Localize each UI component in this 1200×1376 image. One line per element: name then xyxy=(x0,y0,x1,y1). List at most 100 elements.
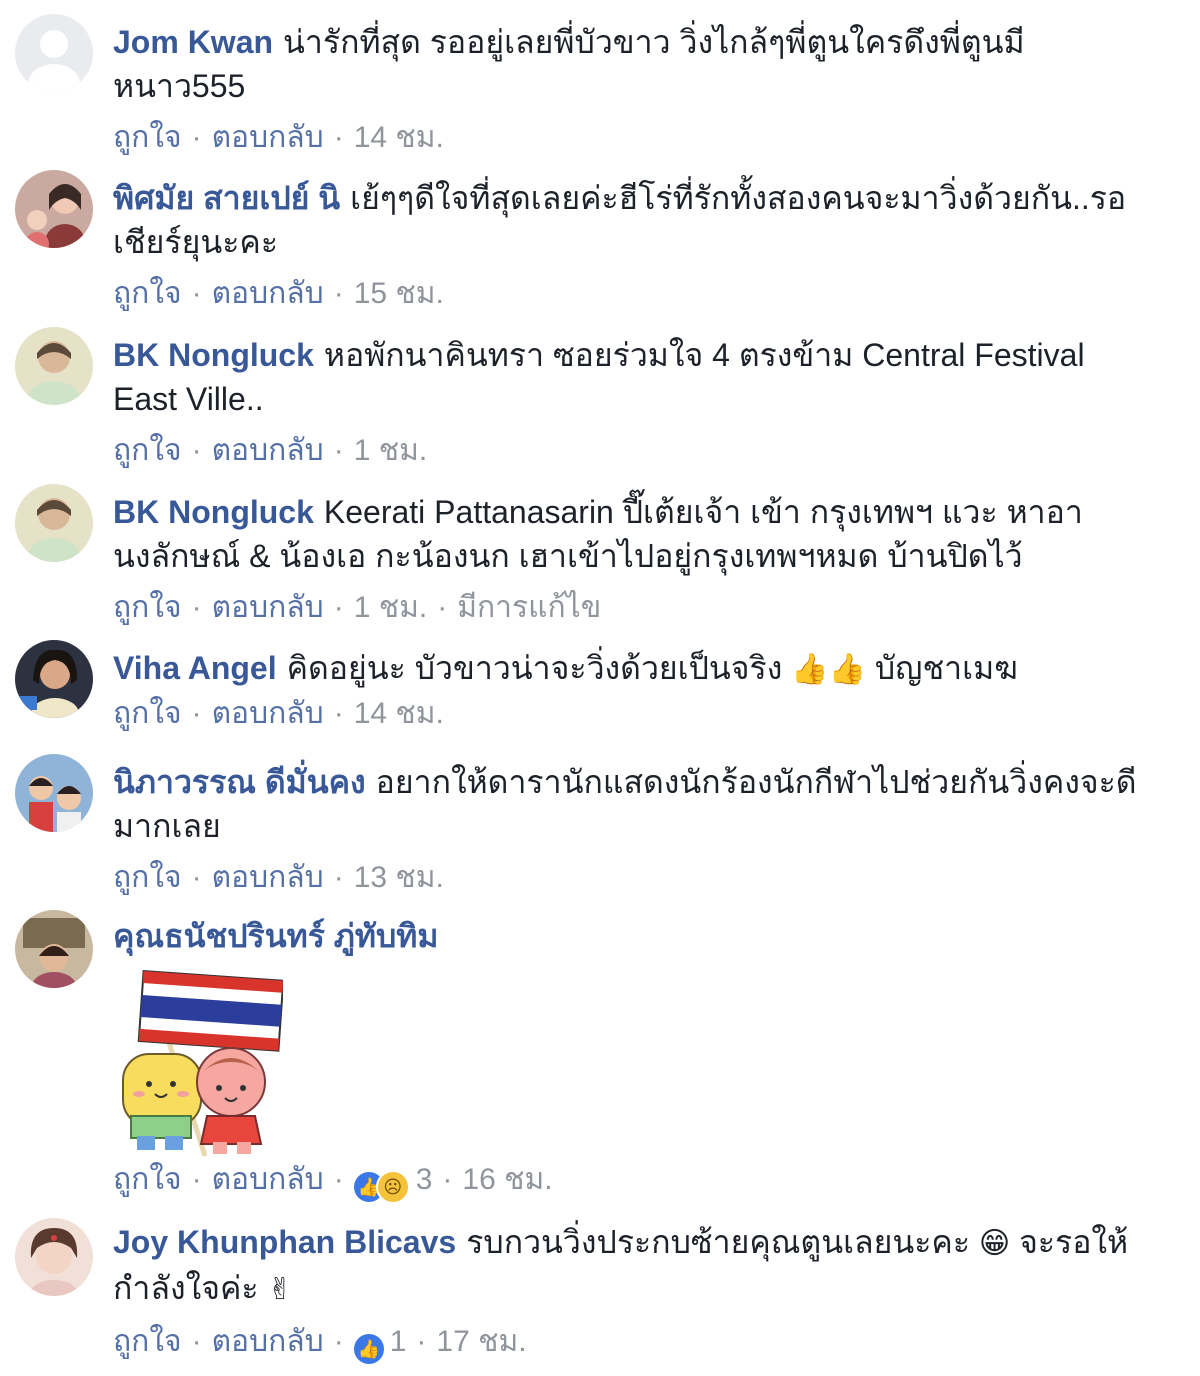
reactions-summary[interactable]: 👍 1 xyxy=(353,1325,407,1364)
comment-body: BK Nongluck หอพักนาคินทรา ซอยร่วมใจ 4 ตรง… xyxy=(113,333,1140,471)
avatar[interactable] xyxy=(15,754,93,832)
reactions-summary[interactable]: 👍 ☹ 3 xyxy=(353,1163,433,1204)
like-link[interactable]: ถูกใจ xyxy=(113,591,182,624)
comment-timestamp[interactable]: 13 ชม. xyxy=(354,861,444,894)
avatar[interactable] xyxy=(15,484,93,562)
comment-timestamp[interactable]: 14 ชม. xyxy=(354,121,444,154)
avatar[interactable] xyxy=(15,14,93,92)
profile-photo-icon xyxy=(15,170,93,248)
profile-photo-icon xyxy=(15,484,93,562)
comment-author[interactable]: พิศมัย สายเปย์ นิ xyxy=(113,180,340,216)
comment-body: Viha Angel คิดอยู่นะ บัวขาวน่าจะวิ่งด้วยเ… xyxy=(113,646,1140,734)
comment-author[interactable]: Joy Khunphan Blicavs xyxy=(113,1224,456,1260)
comment-body: พิศมัย สายเปย์ นิ เย้ๆๆดีใจที่สุดเลยค่ะฮี… xyxy=(113,176,1140,314)
comment-timestamp[interactable]: 14 ชม. xyxy=(354,697,444,730)
comment-text: พิศมัย สายเปย์ นิ เย้ๆๆดีใจที่สุดเลยค่ะฮี… xyxy=(113,176,1140,264)
comment-actions: ถูกใจ · ตอบกลับ · 👍 ☹ 3 · 16 ชม. xyxy=(113,1160,1140,1204)
profile-photo-icon xyxy=(15,327,93,405)
separator: · xyxy=(333,121,344,154)
comment-author[interactable]: BK Nongluck xyxy=(113,337,314,373)
like-link[interactable]: ถูกใจ xyxy=(113,1325,182,1358)
comment-author[interactable]: นิภาวรรณ ดีมั่นคง xyxy=(113,764,366,800)
sad-face-icon: ☹ xyxy=(375,1170,410,1204)
reaction-count: 1 xyxy=(389,1325,407,1358)
comment-body: BK Nongluck Keerati Pattanasarin ปี๊เต้ยเ… xyxy=(113,490,1140,628)
separator: · xyxy=(333,861,344,894)
comment-message: คิดอยู่นะ บัวขาวน่าจะวิ่งด้วยเป็นจริง xyxy=(286,650,783,686)
separator: · xyxy=(333,1163,344,1196)
separator: · xyxy=(191,591,202,624)
like-link[interactable]: ถูกใจ xyxy=(113,277,182,310)
separator: · xyxy=(437,591,448,624)
like-link[interactable]: ถูกใจ xyxy=(113,121,182,154)
reply-link[interactable]: ตอบกลับ xyxy=(212,697,324,730)
separator: · xyxy=(442,1163,453,1196)
separator: · xyxy=(191,697,202,730)
comment-body: Joy Khunphan Blicavs รบกวนวิ่งประกบซ้ายคุ… xyxy=(113,1220,1140,1364)
reply-link[interactable]: ตอบกลับ xyxy=(212,277,324,310)
like-link[interactable]: ถูกใจ xyxy=(113,434,182,467)
comment-actions: ถูกใจ · ตอบกลับ · 14 ชม. xyxy=(113,118,1140,158)
avatar[interactable] xyxy=(15,910,93,988)
separator: · xyxy=(191,861,202,894)
avatar[interactable] xyxy=(15,170,93,248)
comment-text: Viha Angel คิดอยู่นะ บัวขาวน่าจะวิ่งด้วยเ… xyxy=(113,646,1140,692)
separator: · xyxy=(333,277,344,310)
profile-photo-icon xyxy=(15,1218,93,1296)
reply-link[interactable]: ตอบกลับ xyxy=(212,121,324,154)
comment-timestamp[interactable]: 16 ชม. xyxy=(462,1163,552,1196)
reply-link[interactable]: ตอบกลับ xyxy=(212,861,324,894)
comment-text: Joy Khunphan Blicavs รบกวนวิ่งประกบซ้ายคุ… xyxy=(113,1220,1140,1312)
separator: · xyxy=(191,1325,202,1358)
comment-actions: ถูกใจ · ตอบกลับ · 15 ชม. xyxy=(113,274,1140,314)
comment-body: คุณธนัชปรินทร์ ภู่ทับทิม ถูกใจ · ตอบกลับ… xyxy=(113,914,1140,1204)
reply-link[interactable]: ตอบกลับ xyxy=(212,434,324,467)
like-link[interactable]: ถูกใจ xyxy=(113,697,182,730)
comment-body: นิภาวรรณ ดีมั่นคง อยากให้ดารานักแสดงนักร้… xyxy=(113,760,1140,898)
comment-author[interactable]: BK Nongluck xyxy=(113,494,314,530)
comment-timestamp[interactable]: 15 ชม. xyxy=(354,277,444,310)
comment-timestamp[interactable]: 1 ชม. xyxy=(354,434,428,467)
thumbs-up-icon: 👍 xyxy=(353,1334,384,1364)
comment-text: นิภาวรรณ ดีมั่นคง อยากให้ดารานักแสดงนักร้… xyxy=(113,760,1140,848)
like-link[interactable]: ถูกใจ xyxy=(113,861,182,894)
like-link[interactable]: ถูกใจ xyxy=(113,1163,182,1196)
comment-actions: ถูกใจ · ตอบกลับ · 1 ชม. xyxy=(113,431,1140,471)
avatar[interactable] xyxy=(15,1218,93,1296)
profile-photo-icon xyxy=(15,910,93,988)
thumbs-up-emoji-icon: 👍👍 xyxy=(791,652,866,687)
comment-author[interactable]: Viha Angel xyxy=(113,650,277,686)
comment-message-continued: บัญชาเมฆ xyxy=(874,650,1018,686)
comment-author[interactable]: Jom Kwan xyxy=(113,24,273,60)
reply-link[interactable]: ตอบกลับ xyxy=(212,1325,324,1358)
edited-label[interactable]: มีการแก้ไข xyxy=(457,591,601,624)
profile-photo-icon xyxy=(15,754,93,832)
comment-actions: ถูกใจ · ตอบกลับ · 1 ชม. · มีการแก้ไข xyxy=(113,588,1140,628)
separator: · xyxy=(191,1163,202,1196)
reaction-count: 3 xyxy=(415,1163,433,1196)
separator: · xyxy=(191,121,202,154)
comment-timestamp[interactable]: 17 ชม. xyxy=(436,1325,526,1358)
comment-text: คุณธนัชปรินทร์ ภู่ทับทิม xyxy=(113,914,1140,958)
comment-message: รบกวนวิ่งประกบซ้ายคุณตูนเลยนะคะ xyxy=(466,1224,971,1260)
comment-text: Jom Kwan น่ารักที่สุด รออยู่เลยพี่บัวขาว … xyxy=(113,20,1140,108)
default-avatar-icon xyxy=(15,14,93,92)
grinning-face-emoji-icon: 😁 xyxy=(978,1226,1011,1261)
comment-text: BK Nongluck หอพักนาคินทรา ซอยร่วมใจ 4 ตรง… xyxy=(113,333,1140,421)
separator: · xyxy=(416,1325,427,1358)
comment-body: Jom Kwan น่ารักที่สุด รออยู่เลยพี่บัวขาว … xyxy=(113,20,1140,158)
reply-link[interactable]: ตอบกลับ xyxy=(212,1163,324,1196)
thai-flag-sticker-icon xyxy=(122,969,285,1157)
separator: · xyxy=(333,591,344,624)
comment-actions: ถูกใจ · ตอบกลับ · 13 ชม. xyxy=(113,858,1140,898)
separator: · xyxy=(333,434,344,467)
comment-timestamp[interactable]: 1 ชม. xyxy=(354,591,428,624)
separator: · xyxy=(333,1325,344,1358)
victory-hand-emoji-icon: ✌ xyxy=(267,1272,293,1307)
avatar[interactable] xyxy=(15,640,93,718)
comment-actions: ถูกใจ · ตอบกลับ · 👍 1 · 17 ชม. xyxy=(113,1322,1140,1364)
sticker[interactable] xyxy=(113,966,285,1157)
avatar[interactable] xyxy=(15,327,93,405)
comment-author[interactable]: คุณธนัชปรินทร์ ภู่ทับทิม xyxy=(113,918,438,954)
reply-link[interactable]: ตอบกลับ xyxy=(212,591,324,624)
